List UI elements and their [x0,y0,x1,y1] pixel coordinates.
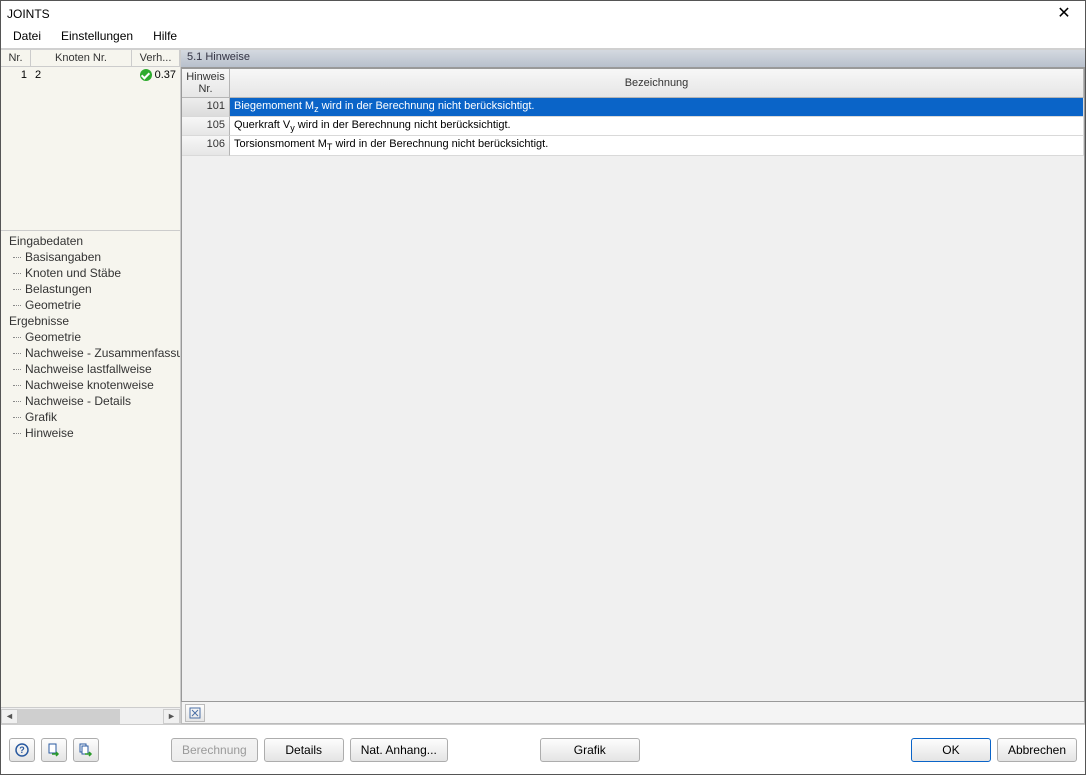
tree-eingabedaten[interactable]: Eingabedaten [5,233,176,249]
footer: ? Berechnung Details Nat. Anhang... Graf… [1,724,1085,774]
menu-datei[interactable]: Datei [3,27,51,48]
hint-nr: 106 [182,136,230,155]
tree-nachweise-knotenweise[interactable]: Nachweise knotenweise [5,377,176,393]
cell-verh: 0.37 [132,67,180,83]
menubar: Datei Einstellungen Hilfe [1,27,1085,49]
hint-desc: Biegemoment Mz wird in der Berechnung ni… [230,98,1084,117]
nat-anhang-button[interactable]: Nat. Anhang... [350,738,448,762]
cell-verh-value: 0.37 [155,69,176,81]
hint-desc: Torsionsmoment MT wird in der Berechnung… [230,136,1084,155]
ok-button[interactable]: OK [911,738,991,762]
tree-grafik[interactable]: Grafik [5,409,176,425]
hint-nr: 105 [182,117,230,136]
case-grid-header: Nr. Knoten Nr. Verh... [1,50,180,67]
doc-arrow-icon [47,743,61,757]
tree-scrollbar[interactable]: ◄ ► [1,707,180,724]
tree-hinweise[interactable]: Hinweise [5,425,176,441]
abbrechen-button[interactable]: Abbrechen [997,738,1077,762]
case-grid: Nr. Knoten Nr. Verh... 1 2 0.37 [1,50,180,230]
tree-nachweise-zusammenfassung[interactable]: Nachweise - Zusammenfassung [5,345,176,361]
tree-nachweise-lastfallweise[interactable]: Nachweise lastfallweise [5,361,176,377]
hints-grid-inner: Hinweis Nr. Bezeichnung 101 Biegemoment … [181,68,1085,702]
col-hinweis-nr-l2: Nr. [198,83,212,95]
col-hinweis-nr-l1: Hinweis [186,71,225,83]
menu-einstellungen[interactable]: Einstellungen [51,27,143,48]
scroll-left-icon[interactable]: ◄ [1,709,18,724]
scroll-track[interactable] [18,709,163,724]
grid-status-bar [181,702,1085,724]
close-icon[interactable]: ✕ [1049,4,1079,24]
hints-grid-wrap: Hinweis Nr. Bezeichnung 101 Biegemoment … [181,68,1085,724]
scroll-thumb[interactable] [18,709,120,724]
berechnung-button[interactable]: Berechnung [171,738,258,762]
left-pane: Nr. Knoten Nr. Verh... 1 2 0.37 Eingabed… [1,50,181,724]
scroll-right-icon[interactable]: ► [163,709,180,724]
case-row-1[interactable]: 1 2 0.37 [1,67,180,83]
col-verh[interactable]: Verh... [132,50,180,66]
menu-hilfe[interactable]: Hilfe [143,27,187,48]
hint-row-106[interactable]: 106 Torsionsmoment MT wird in der Berech… [182,136,1084,155]
tree-belastungen[interactable]: Belastungen [5,281,176,297]
export-button-1[interactable] [41,738,67,762]
tree-nachweise-details[interactable]: Nachweise - Details [5,393,176,409]
cell-nr: 1 [1,67,31,83]
grafik-button[interactable]: Grafik [540,738,640,762]
col-knoten[interactable]: Knoten Nr. [31,50,132,66]
svg-text:?: ? [19,745,25,755]
help-button[interactable]: ? [9,738,35,762]
hint-row-105[interactable]: 105 Querkraft Vy wird in der Berechnung … [182,117,1084,136]
help-icon: ? [15,743,29,757]
hint-nr: 101 [182,98,230,117]
tree-geometrie-in[interactable]: Geometrie [5,297,176,313]
hint-row-101[interactable]: 101 Biegemoment Mz wird in der Berechnun… [182,98,1084,117]
export-button-2[interactable] [73,738,99,762]
cell-knoten: 2 [31,67,132,83]
export-icon[interactable] [185,704,205,722]
check-ok-icon [140,69,152,81]
hint-desc: Querkraft Vy wird in der Berechnung nich… [230,117,1084,136]
hints-grid: Hinweis Nr. Bezeichnung 101 Biegemoment … [181,68,1085,702]
details-button[interactable]: Details [264,738,344,762]
tree-basisangaben[interactable]: Basisangaben [5,249,176,265]
tree-geometrie-out[interactable]: Geometrie [5,329,176,345]
body: Nr. Knoten Nr. Verh... 1 2 0.37 Eingabed… [1,49,1085,724]
nav-tree: Eingabedaten Basisangaben Knoten und Stä… [1,230,180,707]
titlebar: JOINTS ✕ [1,1,1085,27]
tree-ergebnisse[interactable]: Ergebnisse [5,313,176,329]
hints-grid-header: Hinweis Nr. Bezeichnung [182,69,1084,98]
col-nr[interactable]: Nr. [1,50,31,66]
panel-title: 5.1 Hinweise [181,50,1085,68]
window-title: JOINTS [7,7,1049,21]
tree-knoten-und-staebe[interactable]: Knoten und Stäbe [5,265,176,281]
col-bezeichnung[interactable]: Bezeichnung [230,69,1084,97]
window: JOINTS ✕ Datei Einstellungen Hilfe Nr. K… [0,0,1086,775]
right-pane: 5.1 Hinweise Hinweis Nr. Bezeichnung [181,50,1085,724]
docs-arrow-icon [79,743,93,757]
col-hinweis-nr[interactable]: Hinweis Nr. [182,69,230,97]
hints-grid-body: 101 Biegemoment Mz wird in der Berechnun… [182,98,1084,701]
